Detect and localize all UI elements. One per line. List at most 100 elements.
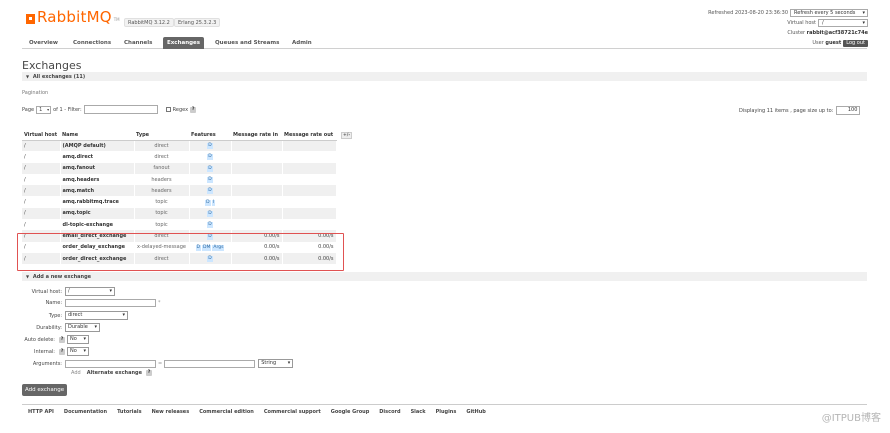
- argument-key-input[interactable]: [65, 359, 156, 368]
- footer-link[interactable]: Plugins: [436, 409, 457, 415]
- add-argument-link[interactable]: Add: [71, 370, 81, 376]
- durability-field-label: Durability:: [36, 324, 62, 331]
- table-row: / amq.fanout fanout D: [22, 162, 357, 174]
- row-exchange-name-link[interactable]: dl-topic-exchange: [60, 219, 135, 231]
- row-type: topic: [134, 219, 190, 231]
- alternate-exchange-link[interactable]: Alternate exchange: [87, 370, 142, 376]
- row-rate-in: 0.00/s: [231, 230, 283, 242]
- argument-type-select[interactable]: String ▾: [258, 359, 294, 368]
- auto-delete-field-select[interactable]: No ▾: [67, 335, 89, 344]
- row-exchange-name-link[interactable]: amq.headers: [60, 173, 135, 186]
- table-row: / order_direct_exchange direct D 0.00/s 0.00/…: [22, 252, 357, 265]
- add-exchange-button[interactable]: Add exchange: [22, 384, 68, 396]
- tab-admin[interactable]: Admin: [288, 37, 316, 49]
- feature-tag[interactable]: D: [207, 210, 213, 217]
- feature-tag[interactable]: D: [207, 233, 213, 240]
- alternate-exchange-help-icon[interactable]: ?: [146, 370, 153, 376]
- row-rate-in: [231, 185, 283, 197]
- vhost-field-select[interactable]: / ▾: [65, 287, 115, 296]
- row-exchange-name-link[interactable]: order_delay_exchange: [60, 241, 135, 253]
- row-vhost: /: [22, 207, 61, 220]
- footer-link[interactable]: New releases: [152, 409, 190, 415]
- table-row: / amq.rabbitmq.trace topic D I: [22, 196, 357, 208]
- feature-tag[interactable]: D: [207, 222, 213, 229]
- row-exchange-name-link[interactable]: (AMQP default): [60, 140, 135, 152]
- type-field-select[interactable]: direct ▾: [65, 311, 128, 320]
- filter-input[interactable]: [83, 105, 158, 114]
- footer-link[interactable]: Google Group: [331, 409, 370, 415]
- all-exchanges-toggle[interactable]: ▼ All exchanges (11): [22, 72, 867, 81]
- feature-tag[interactable]: D: [207, 256, 213, 263]
- feature-tag[interactable]: D: [207, 188, 213, 195]
- footer-link[interactable]: Slack: [411, 409, 426, 415]
- name-field-input[interactable]: [65, 299, 156, 307]
- page-size-input[interactable]: 100: [836, 106, 861, 115]
- col-message-rate-in[interactable]: Message rate in: [231, 131, 282, 141]
- row-spacer: [336, 196, 357, 208]
- table-row: / email_direct_exchange direct D 0.00/s 0.00/…: [22, 230, 357, 242]
- internal-field-select[interactable]: No ▾: [67, 347, 89, 356]
- footer-link[interactable]: Documentation: [64, 409, 107, 415]
- feature-tag[interactable]: D: [205, 199, 211, 206]
- row-spacer: [336, 207, 357, 220]
- col-features[interactable]: Features: [189, 131, 231, 141]
- arguments-field-label: Arguments:: [32, 360, 62, 367]
- row-rate-out: [282, 207, 337, 220]
- row-type: topic: [134, 196, 190, 208]
- tab-channels[interactable]: Channels: [120, 37, 156, 49]
- columns-toggle-button[interactable]: +/-: [341, 132, 353, 139]
- feature-tag[interactable]: D: [207, 143, 213, 150]
- triangle-down-icon: ▼: [26, 74, 30, 79]
- triangle-down-icon: ▼: [26, 274, 30, 279]
- rabbitmq-logo[interactable]: RabbitMQ TM: [26, 10, 120, 25]
- row-exchange-name-link[interactable]: amq.fanout: [60, 162, 135, 174]
- argument-value-input[interactable]: [164, 359, 256, 368]
- feature-tag[interactable]: D: [195, 244, 202, 251]
- row-exchange-name-link[interactable]: order_direct_exchange: [60, 252, 135, 265]
- row-rate-in: [231, 173, 283, 186]
- row-rate-out: 0.00/s: [282, 252, 337, 265]
- vhost-select[interactable]: / ▾: [818, 19, 868, 27]
- row-spacer: [336, 185, 357, 197]
- refresh-interval-select[interactable]: Refresh every 5 seconds ▾: [790, 9, 868, 17]
- page-select[interactable]: 1 ▾: [36, 105, 52, 114]
- feature-tag[interactable]: DM: [202, 244, 212, 251]
- footer-link[interactable]: Commercial support: [264, 409, 321, 415]
- feature-tag[interactable]: D: [207, 165, 213, 172]
- row-exchange-name-link[interactable]: amq.rabbitmq.trace: [60, 196, 135, 208]
- row-vhost: /: [22, 151, 61, 163]
- exchanges-table-body: / (AMQP default) direct D / amq.direct direct D…: [22, 140, 357, 265]
- footer-link[interactable]: Tutorials: [117, 409, 142, 415]
- tab-overview[interactable]: Overview: [25, 37, 62, 49]
- row-exchange-name-link[interactable]: email_direct_exchange: [60, 230, 135, 242]
- col-type[interactable]: Type: [134, 131, 189, 141]
- tab-exchanges[interactable]: Exchanges: [163, 37, 205, 49]
- footer-link[interactable]: HTTP API: [28, 409, 54, 415]
- durability-field-select[interactable]: Durable ▾: [65, 323, 100, 332]
- feature-tag[interactable]: D: [207, 177, 213, 184]
- table-row: / dl-topic-exchange topic D: [22, 219, 357, 231]
- table-row: / amq.direct direct D: [22, 151, 357, 163]
- feature-tag[interactable]: Args: [212, 244, 225, 251]
- footer-link[interactable]: Discord: [379, 409, 400, 415]
- tab-queues-and-streams[interactable]: Queues and Streams: [211, 37, 283, 49]
- feature-tag[interactable]: I: [211, 199, 215, 206]
- table-row: / amq.match headers D: [22, 185, 357, 197]
- internal-help-icon[interactable]: ?: [59, 348, 65, 355]
- footer-link[interactable]: GitHub: [466, 409, 486, 415]
- col-message-rate-out[interactable]: Message rate out: [282, 131, 336, 141]
- auto-delete-help-icon[interactable]: ?: [59, 336, 65, 343]
- row-exchange-name-link[interactable]: amq.match: [60, 185, 135, 197]
- feature-tag[interactable]: D: [207, 154, 213, 161]
- regex-help-icon[interactable]: ?: [190, 106, 197, 113]
- col-virtual-host[interactable]: Virtual host: [22, 131, 60, 141]
- row-exchange-name-link[interactable]: amq.topic: [60, 207, 135, 220]
- footer-link[interactable]: Commercial edition: [199, 409, 254, 415]
- row-features: D: [189, 207, 232, 220]
- tab-connections[interactable]: Connections: [69, 37, 115, 49]
- row-type: topic: [134, 207, 190, 220]
- add-exchange-toggle[interactable]: ▼ Add a new exchange: [22, 272, 867, 281]
- regex-checkbox[interactable]: [165, 107, 171, 112]
- row-exchange-name-link[interactable]: amq.direct: [60, 151, 135, 163]
- col-name[interactable]: Name: [60, 131, 134, 141]
